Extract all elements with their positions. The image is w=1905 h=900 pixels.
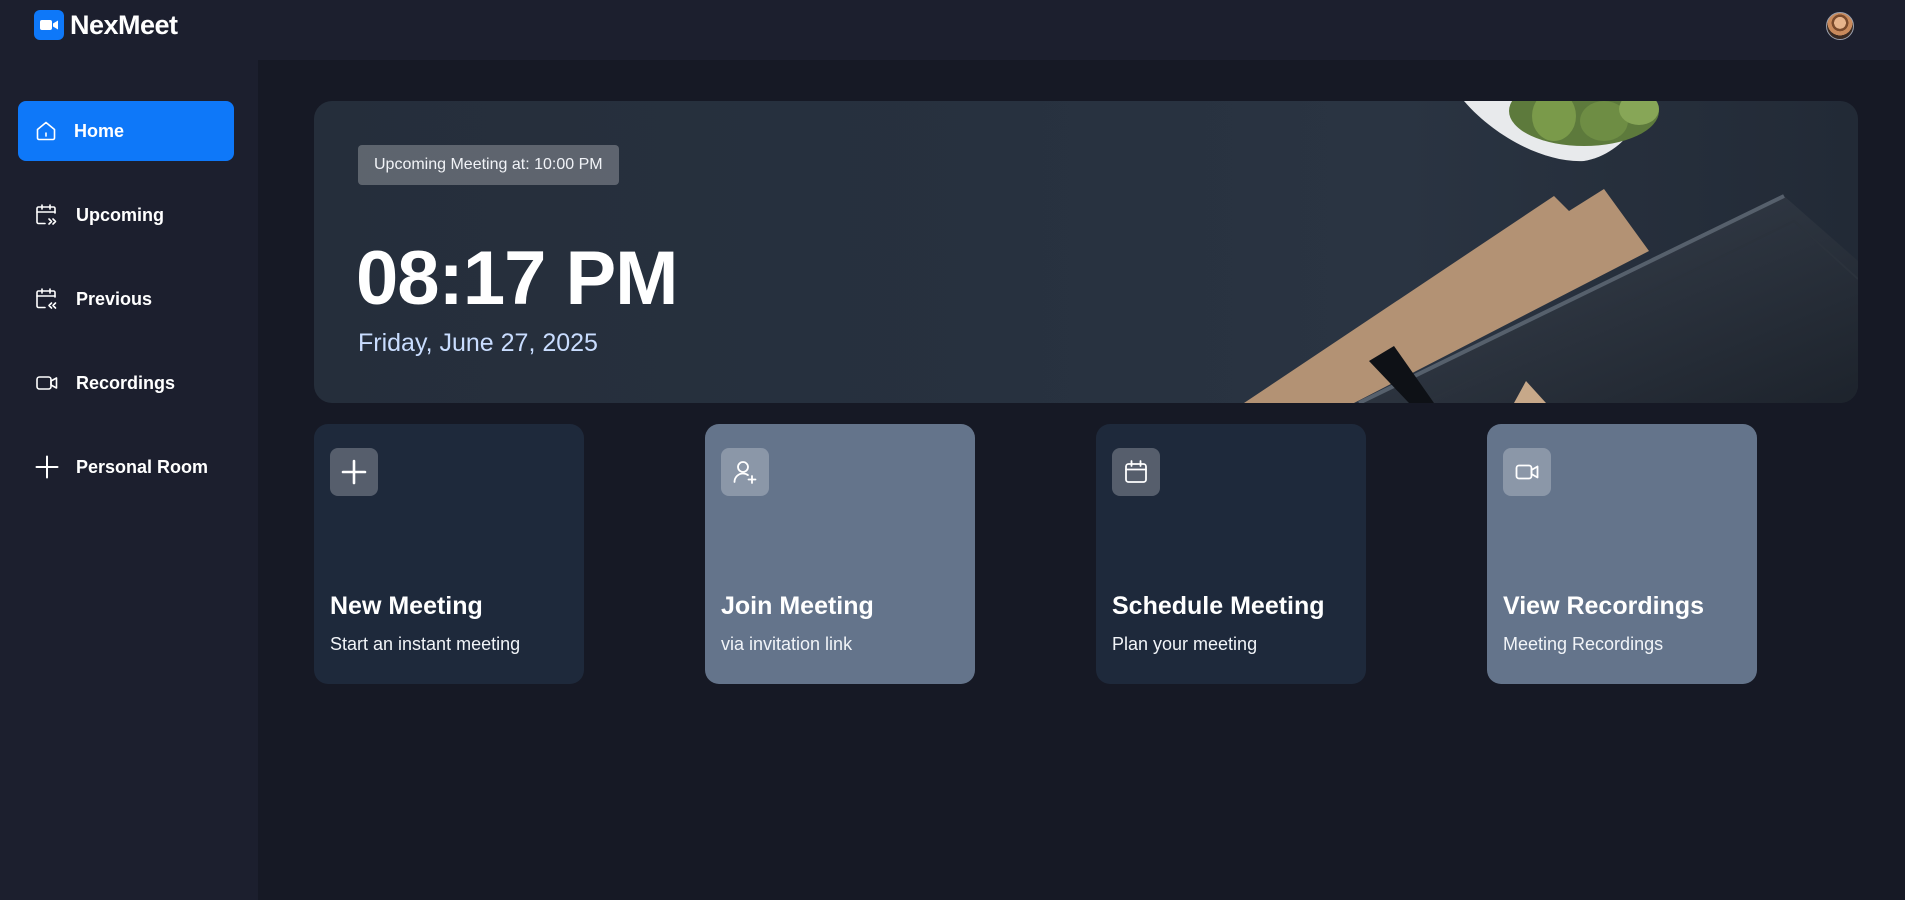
view-recordings-card[interactable]: View Recordings Meeting Recordings	[1487, 424, 1757, 684]
sidebar-item-label: Upcoming	[76, 204, 164, 225]
sidebar: Home Upcoming Previous Recordings Person…	[0, 60, 258, 900]
card-title: Join Meeting	[721, 592, 874, 620]
join-meeting-card[interactable]: Join Meeting via invitation link	[705, 424, 975, 684]
sidebar-item-label: Personal Room	[76, 456, 209, 477]
card-subtitle: via invitation link	[721, 634, 853, 654]
sidebar-item-label: Recordings	[76, 372, 176, 393]
current-time: 08:17 PM	[356, 236, 678, 321]
hero-banner: Upcoming Meeting at: 10:00 PM 08:17 PM F…	[314, 101, 1858, 403]
calendar-forward-icon	[36, 204, 57, 225]
sidebar-item-previous[interactable]: Previous	[18, 269, 234, 329]
app-name: NexMeet	[70, 9, 178, 40]
schedule-meeting-card[interactable]: Schedule Meeting Plan your meeting	[1096, 424, 1366, 684]
calendar-back-icon	[36, 288, 57, 309]
home-icon	[36, 121, 56, 141]
plus-icon	[35, 455, 59, 479]
video-icon	[1503, 448, 1551, 496]
card-subtitle: Meeting Recordings	[1503, 634, 1664, 654]
sidebar-item-personal-room[interactable]: Personal Room	[18, 437, 234, 497]
card-title: Schedule Meeting	[1112, 592, 1325, 620]
video-icon	[36, 376, 58, 390]
card-subtitle: Plan your meeting	[1112, 634, 1258, 654]
video-camera-icon	[34, 10, 64, 40]
sidebar-item-label: Previous	[76, 288, 153, 309]
brand-logo-link[interactable]: NexMeet	[34, 10, 178, 40]
upcoming-meeting-badge: Upcoming Meeting at: 10:00 PM	[358, 145, 619, 185]
user-avatar[interactable]	[1826, 12, 1854, 40]
new-meeting-card[interactable]: New Meeting Start an instant meeting	[314, 424, 584, 684]
sidebar-item-recordings[interactable]: Recordings	[18, 353, 234, 413]
sidebar-item-label: Home	[74, 120, 125, 141]
plus-icon	[330, 448, 378, 496]
sidebar-item-home[interactable]: Home	[18, 101, 234, 161]
card-subtitle: Start an instant meeting	[330, 634, 521, 654]
card-title: View Recordings	[1503, 592, 1704, 620]
current-date: Friday, June 27, 2025	[358, 329, 598, 357]
sidebar-item-upcoming[interactable]: Upcoming	[18, 185, 234, 245]
top-navbar: NexMeet	[0, 0, 1905, 60]
card-title: New Meeting	[330, 592, 483, 620]
calendar-icon	[1112, 448, 1160, 496]
user-plus-icon	[721, 448, 769, 496]
